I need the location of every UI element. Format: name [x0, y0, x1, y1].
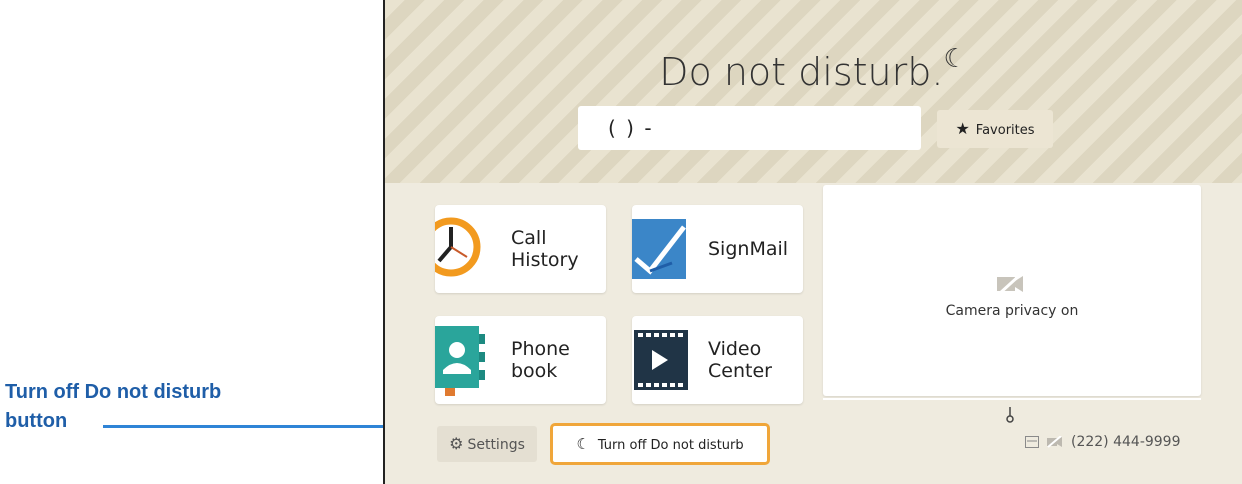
callout-line1: Turn off Do not disturb [5, 381, 222, 403]
camera-stand-icon [1006, 407, 1014, 423]
phone-number: (222) 444-9999 [1071, 434, 1181, 450]
call-history-label: Call History [511, 205, 579, 293]
camera-off-icon [997, 273, 1023, 295]
signmail-tile[interactable]: SignMail [632, 205, 803, 293]
dnd-button-label: Turn off Do not disturb [597, 438, 744, 453]
dial-number-field[interactable]: ( ) - [578, 106, 921, 150]
video-center-label: Video Center [708, 316, 772, 404]
camera-divider [823, 398, 1201, 400]
clock-icon [435, 217, 481, 277]
call-history-tile[interactable]: Call History [435, 205, 606, 293]
callout-line2: button [5, 410, 68, 432]
tile-label-line1: Call [511, 227, 547, 249]
video-film-icon [634, 330, 688, 390]
message-icon [1025, 436, 1039, 448]
camera-status-text: Camera privacy on [945, 303, 1079, 319]
favorites-button[interactable]: ★ Favorites [937, 110, 1053, 148]
camera-off-icon [1047, 435, 1062, 448]
page-title: Do not disturb.☾ [533, 44, 1093, 94]
settings-label: Settings [467, 437, 525, 453]
phonebook-label: Phone book [511, 316, 570, 404]
tile-label-line2: History [511, 249, 579, 271]
tile-label-line1: Phone [511, 338, 570, 360]
camera-preview-panel: Camera privacy on [823, 185, 1201, 396]
header-banner: Do not disturb.☾ ( ) - ★ Favorites [385, 0, 1242, 183]
tile-label-line1: Video [708, 338, 762, 360]
phonebook-tile[interactable]: Phone book [435, 316, 606, 404]
favorites-label: Favorites [975, 123, 1035, 138]
phonebook-icon [435, 326, 485, 396]
device-screen: Do not disturb.☾ ( ) - ★ Favorites Call Hi… [383, 0, 1242, 484]
moon-icon: ☾ [576, 435, 590, 453]
tile-label-line2: book [511, 360, 558, 382]
settings-button[interactable]: ⚙ Settings [437, 426, 537, 462]
video-center-tile[interactable]: Video Center [632, 316, 803, 404]
moon-icon: ☾ [943, 44, 967, 74]
tile-label-line1: SignMail [708, 238, 789, 260]
tile-label-line2: Center [708, 360, 772, 382]
signmail-label: SignMail [708, 205, 788, 293]
gear-icon: ⚙ [449, 434, 464, 453]
status-bar: (222) 444-9999 [1025, 434, 1181, 450]
signmail-icon [632, 219, 686, 279]
title-text: Do not disturb. [659, 50, 944, 94]
turn-off-dnd-button[interactable]: ☾ Turn off Do not disturb [550, 423, 770, 465]
star-icon: ★ [955, 119, 970, 138]
